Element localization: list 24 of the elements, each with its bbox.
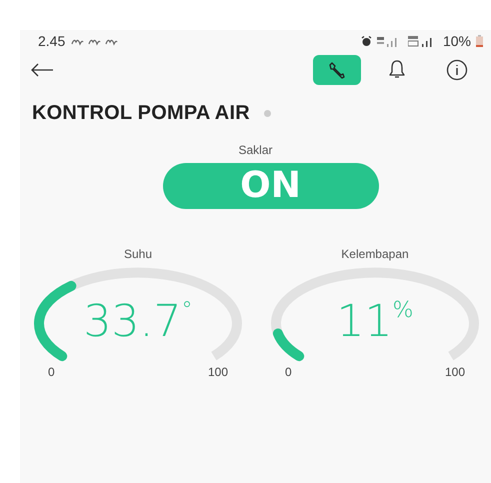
battery-icon [476, 35, 483, 47]
battery-percent: 10% [442, 33, 471, 49]
page-title: KONTROL POMPA AIR [32, 102, 250, 125]
switch-label: Saklar [238, 143, 272, 157]
back-button[interactable] [30, 63, 54, 77]
status-time: 2.45 [38, 33, 66, 49]
wrench-icon [327, 60, 347, 80]
gauge-label: Kelembapan [341, 247, 409, 261]
alarm-icon [360, 36, 372, 46]
power-switch[interactable]: ON [162, 163, 378, 209]
gauge-max: 100 [444, 365, 465, 379]
back-arrow-icon [30, 63, 54, 77]
gauge-min: 0 [48, 365, 55, 379]
gauge-label: Suhu [124, 247, 152, 261]
gauge-fill [272, 328, 304, 362]
gauge-min: 0 [285, 365, 292, 379]
gauge-max: 100 [208, 365, 228, 379]
gauge-unit: ° [181, 297, 192, 325]
gauge-value: 11 [336, 297, 393, 347]
wrench-button[interactable] [313, 55, 361, 85]
gauge-value: 33.7 [84, 297, 182, 347]
gauge-unit: % [392, 297, 414, 325]
info-icon [446, 59, 468, 81]
status-dot-icon [264, 110, 271, 117]
